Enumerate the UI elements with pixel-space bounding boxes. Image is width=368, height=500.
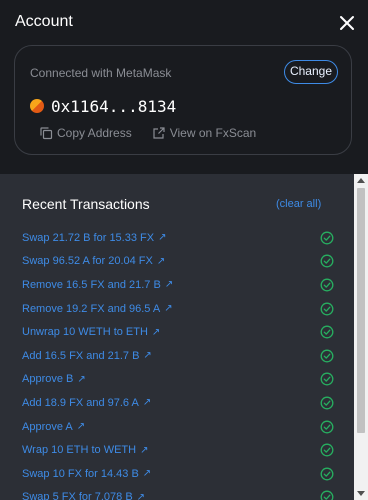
wallet-avatar-icon xyxy=(30,99,44,113)
external-arrow-icon: ↗ xyxy=(142,468,152,480)
transaction-list: Swap 21.72 B for 15.33 FX ↗ Swap 96.52 A f… xyxy=(0,226,352,500)
address-row: 0x1164...8134 xyxy=(30,95,176,117)
check-circle-icon xyxy=(320,325,334,339)
check-circle-icon xyxy=(320,302,334,316)
check-circle-icon xyxy=(320,396,334,410)
check-circle-icon xyxy=(320,420,334,433)
transaction-link[interactable]: Wrap 10 ETH to WETH ↗ xyxy=(22,444,149,456)
connected-label: Connected with MetaMask xyxy=(30,66,172,80)
external-arrow-icon: ↗ xyxy=(156,255,166,267)
scroll-thumb[interactable] xyxy=(357,188,365,433)
transaction-row: Swap 21.72 B for 15.33 FX ↗ xyxy=(0,226,352,250)
external-arrow-icon: ↗ xyxy=(140,444,149,456)
external-arrow-icon: ↗ xyxy=(76,421,86,433)
account-modal: Account Connected with MetaMask Change 0… xyxy=(0,0,368,500)
transaction-link[interactable]: Remove 19.2 FX and 96.5 A ↗ xyxy=(22,303,173,315)
check-circle-icon xyxy=(320,254,334,268)
transaction-link[interactable]: Approve B ↗ xyxy=(22,373,86,385)
copy-address-button[interactable]: Copy Address xyxy=(39,126,132,140)
copy-address-label: Copy Address xyxy=(57,126,132,140)
transaction-link[interactable]: Swap 96.52 A for 20.04 FX ↗ xyxy=(22,255,165,267)
transaction-label: Approve B xyxy=(22,373,74,386)
transaction-row: Remove 19.2 FX and 96.5 A ↗ xyxy=(0,297,352,321)
recent-transactions-panel: Recent Transactions (clear all) Swap 21.… xyxy=(0,174,368,500)
transaction-label: Swap 21.72 B for 15.33 FX xyxy=(22,231,155,244)
change-wallet-button[interactable]: Change xyxy=(284,60,338,84)
external-arrow-icon: ↗ xyxy=(151,326,161,338)
transaction-link[interactable]: Add 18.9 FX and 97.6 A ↗ xyxy=(22,397,151,409)
transaction-row: Wrap 10 ETH to WETH ↗ xyxy=(0,438,352,462)
close-icon[interactable] xyxy=(337,13,357,33)
check-circle-icon xyxy=(320,443,334,457)
copy-icon xyxy=(40,127,53,140)
transaction-link[interactable]: Swap 10 FX for 14.43 B ↗ xyxy=(22,468,151,480)
external-arrow-icon: ↗ xyxy=(143,350,152,362)
scrollbar[interactable] xyxy=(354,174,368,500)
transaction-row: Approve A ↗ xyxy=(0,415,352,439)
transaction-link[interactable]: Remove 16.5 FX and 21.7 B ↗ xyxy=(22,279,173,291)
transaction-row: Add 16.5 FX and 21.7 B ↗ xyxy=(0,344,352,368)
external-arrow-icon: ↗ xyxy=(164,303,173,315)
transaction-row: Approve B ↗ xyxy=(0,368,352,392)
transaction-label: Remove 16.5 FX and 21.7 B xyxy=(22,278,161,291)
transaction-label: Swap 5 FX for 7.078 B xyxy=(22,491,133,500)
transaction-link[interactable]: Unwrap 10 WETH to ETH ↗ xyxy=(22,326,160,338)
check-circle-icon xyxy=(320,467,334,481)
external-arrow-icon: ↗ xyxy=(158,232,167,244)
transaction-row: Swap 10 FX for 14.43 B ↗ xyxy=(0,462,352,486)
external-arrow-icon: ↗ xyxy=(136,491,146,500)
account-links: Copy Address View on FxScan xyxy=(39,126,256,140)
transaction-label: Swap 96.52 A for 20.04 FX xyxy=(22,255,153,268)
scroll-up-icon[interactable] xyxy=(357,178,365,183)
transaction-row: Remove 16.5 FX and 21.7 B ↗ xyxy=(0,273,352,297)
transaction-row: Unwrap 10 WETH to ETH ↗ xyxy=(0,320,352,344)
transaction-link[interactable]: Swap 5 FX for 7.078 B ↗ xyxy=(22,491,145,500)
transaction-label: Unwrap 10 WETH to ETH xyxy=(22,326,148,339)
transaction-label: Approve A xyxy=(22,420,73,433)
check-circle-icon xyxy=(320,490,334,500)
recent-transactions-title: Recent Transactions xyxy=(22,196,150,212)
transaction-label: Add 18.9 FX and 97.6 A xyxy=(22,396,139,409)
view-explorer-link[interactable]: View on FxScan xyxy=(152,126,257,140)
modal-title: Account xyxy=(15,13,73,30)
scroll-down-icon[interactable] xyxy=(357,491,365,496)
transaction-label: Swap 10 FX for 14.43 B xyxy=(22,467,139,480)
transaction-label: Wrap 10 ETH to WETH xyxy=(22,444,137,457)
external-link-icon xyxy=(153,127,165,139)
transaction-label: Add 16.5 FX and 21.7 B xyxy=(22,349,140,362)
check-circle-icon xyxy=(320,278,334,292)
transaction-label: Remove 19.2 FX and 96.5 A xyxy=(22,302,161,315)
transaction-row: Swap 96.52 A for 20.04 FX ↗ xyxy=(0,250,352,274)
external-arrow-icon: ↗ xyxy=(164,279,174,291)
transaction-link[interactable]: Approve A ↗ xyxy=(22,421,85,433)
external-arrow-icon: ↗ xyxy=(77,373,86,385)
account-card: Connected with MetaMask Change 0x1164...… xyxy=(14,45,352,155)
transaction-link[interactable]: Swap 21.72 B for 15.33 FX ↗ xyxy=(22,232,166,244)
transaction-row: Add 18.9 FX and 97.6 A ↗ xyxy=(0,391,352,415)
check-circle-icon xyxy=(320,349,334,363)
wallet-address: 0x1164...8134 xyxy=(51,96,177,116)
external-arrow-icon: ↗ xyxy=(142,397,152,409)
check-circle-icon xyxy=(320,372,334,386)
transaction-row: Swap 5 FX for 7.078 B ↗ xyxy=(0,486,352,500)
view-explorer-label: View on FxScan xyxy=(169,126,257,140)
modal-header: Account xyxy=(0,0,368,46)
clear-all-button[interactable]: (clear all) xyxy=(276,198,321,210)
transaction-link[interactable]: Add 16.5 FX and 21.7 B ↗ xyxy=(22,350,152,362)
check-circle-icon xyxy=(320,231,334,245)
